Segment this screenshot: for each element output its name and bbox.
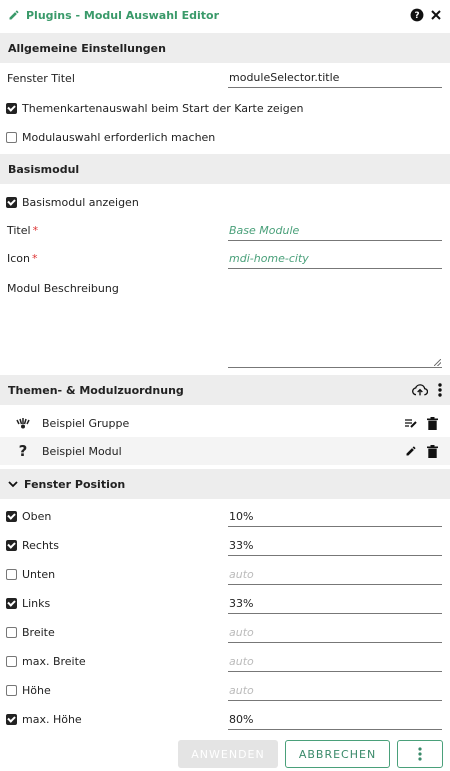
position-label: Links: [22, 596, 51, 610]
base-icon-field[interactable]: mdi-home-city: [228, 249, 442, 269]
show-base-module-option[interactable]: Basismodul anzeigen: [0, 188, 450, 216]
base-icon-label: Icon: [7, 251, 30, 265]
description-label: Modul Beschreibung: [7, 281, 119, 295]
position-checkbox[interactable]: [6, 684, 17, 696]
position-label: Unten: [22, 567, 56, 581]
assignment-heading-label: Themen- & Modulzuordnung: [8, 383, 184, 397]
required-marker: *: [32, 223, 39, 237]
pencil-icon: [8, 9, 20, 21]
base-title-field[interactable]: Base Module: [228, 221, 442, 241]
resize-handle-icon[interactable]: [434, 359, 441, 366]
apply-button[interactable]: ANWENDEN: [178, 740, 278, 768]
base-title-label: Titel: [7, 223, 31, 237]
position-checkbox[interactable]: [6, 713, 17, 725]
position-value-field[interactable]: 10%: [228, 507, 442, 527]
module-required-checkbox[interactable]: [6, 131, 17, 143]
more-vert-icon: [418, 747, 422, 761]
position-value-field[interactable]: auto: [228, 565, 442, 585]
position-checkbox[interactable]: [6, 626, 17, 638]
module-required-option[interactable]: Modulauswahl erforderlich machen: [0, 123, 450, 151]
description-textarea[interactable]: [228, 290, 442, 368]
show-base-module-label: Basismodul anzeigen: [22, 195, 139, 209]
close-icon[interactable]: [430, 9, 442, 21]
more-vert-icon[interactable]: [438, 383, 442, 397]
window-title-field[interactable]: moduleSelector.title: [228, 68, 442, 88]
window-title-label: Fenster Titel: [7, 71, 75, 85]
sort-edit-icon[interactable]: [405, 418, 417, 428]
position-checkbox[interactable]: [6, 510, 17, 522]
window-title: Plugins - Modul Auswahl Editor: [26, 8, 220, 22]
more-options-button[interactable]: [397, 740, 443, 768]
show-base-module-checkbox[interactable]: [6, 196, 17, 208]
theme-map-checkbox[interactable]: [6, 102, 17, 114]
edit-pencil-icon[interactable]: [405, 445, 417, 457]
module-required-label: Modulauswahl erforderlich machen: [22, 130, 216, 144]
cloud-upload-icon[interactable]: [412, 383, 428, 397]
required-marker: *: [32, 251, 38, 265]
position-checkbox[interactable]: [6, 597, 17, 609]
cancel-button[interactable]: ABBRECHEN: [285, 740, 390, 768]
question-icon: ?: [18, 442, 28, 460]
position-label: Oben: [22, 509, 52, 523]
position-label: Rechts: [22, 538, 59, 552]
position-label: Höhe: [22, 683, 51, 697]
delete-icon[interactable]: [427, 444, 438, 458]
list-item[interactable]: ? Beispiel Modul: [0, 437, 450, 465]
position-checkbox[interactable]: [6, 568, 17, 580]
theme-map-label: Themenkartenauswahl beim Start der Karte…: [22, 101, 304, 115]
section-assignment-heading: Themen- & Modulzuordnung: [0, 375, 450, 405]
theme-map-option[interactable]: Themenkartenauswahl beim Start der Karte…: [0, 94, 450, 122]
section-base-module-heading: Basismodul: [0, 154, 450, 184]
list-item[interactable]: Beispiel Gruppe: [0, 409, 450, 437]
section-general-heading: Allgemeine Einstellungen: [0, 33, 450, 63]
position-value-field[interactable]: 80%: [228, 710, 442, 730]
position-checkbox[interactable]: [6, 655, 17, 667]
position-label: max. Höhe: [22, 712, 82, 726]
position-checkbox[interactable]: [6, 539, 17, 551]
help-circle-icon[interactable]: ?: [410, 8, 424, 22]
position-label: max. Breite: [22, 654, 86, 668]
position-label: Breite: [22, 625, 55, 639]
chevron-down-icon[interactable]: [8, 480, 18, 488]
position-value-field[interactable]: auto: [228, 681, 442, 701]
window-titlebar: Plugins - Modul Auswahl Editor ?: [0, 0, 450, 30]
list-item-label: Beispiel Gruppe: [42, 416, 130, 430]
section-position-heading[interactable]: Fenster Position: [0, 469, 450, 499]
list-item-label: Beispiel Modul: [42, 444, 122, 458]
position-value-field[interactable]: 33%: [228, 536, 442, 556]
position-value-field[interactable]: auto: [228, 623, 442, 643]
delete-icon[interactable]: [427, 416, 438, 430]
position-value-field[interactable]: auto: [228, 652, 442, 672]
position-value-field[interactable]: 33%: [228, 594, 442, 614]
group-icon: [16, 417, 30, 429]
svg-text:?: ?: [414, 11, 419, 21]
position-heading-label: Fenster Position: [24, 477, 126, 491]
